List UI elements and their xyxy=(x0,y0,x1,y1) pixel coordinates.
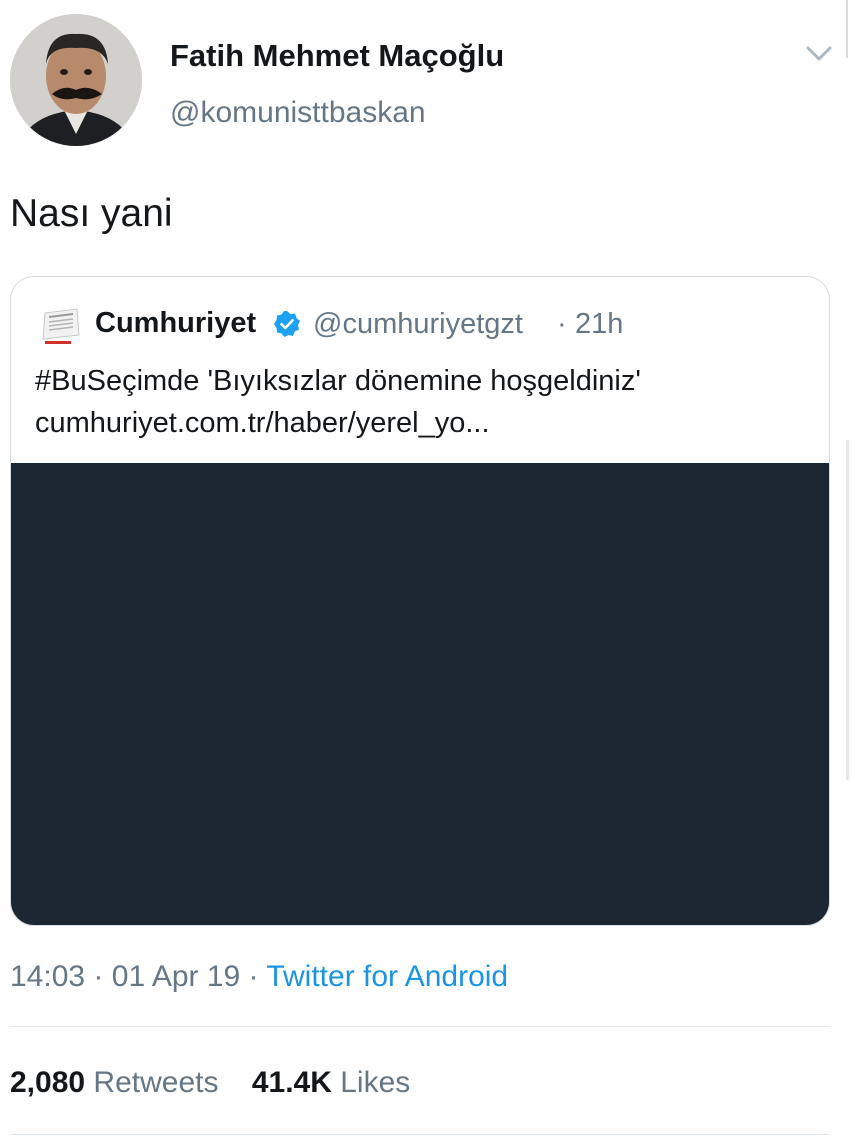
tweet-date: 01 Apr 19 xyxy=(111,960,241,993)
cumhuriyet-logo-icon xyxy=(37,307,85,347)
tweet-stats: 2,080 Retweets 41.4K Likes xyxy=(10,1066,410,1100)
quoted-tweet-text: #BuSeçimde 'Bıyıksızlar dönemine hoşgeld… xyxy=(35,365,641,397)
chevron-down-icon[interactable] xyxy=(804,40,834,66)
author-avatar[interactable] xyxy=(10,14,142,146)
divider xyxy=(10,1026,830,1027)
scroll-edge xyxy=(846,0,848,58)
quoted-tweet-link[interactable]: cumhuriyet.com.tr/haber/yerel_yo... xyxy=(35,407,490,440)
likes-count: 41.4K xyxy=(251,1066,332,1099)
tweet-time: 14:03 xyxy=(10,960,86,993)
separator-dot: · xyxy=(557,308,567,340)
quoted-author-name[interactable]: Cumhuriyet xyxy=(95,307,256,340)
retweets-stat[interactable]: 2,080 Retweets xyxy=(10,1066,218,1099)
tweet-source-link[interactable]: Twitter for Android xyxy=(266,960,508,993)
tweet-text: Nası yani xyxy=(10,192,173,235)
avatar-photo-icon xyxy=(10,14,142,146)
quoted-tweet-card[interactable]: Cumhuriyet @cumhuriyetgzt · 21h #BuSeçim… xyxy=(10,276,830,926)
likes-stat[interactable]: 41.4K Likes xyxy=(252,1066,410,1099)
tweet-meta: 14:03 · 01 Apr 19 · Twitter for Android xyxy=(10,960,508,994)
verified-badge-icon xyxy=(273,310,301,338)
author-name[interactable]: Fatih Mehmet Maçoğlu xyxy=(170,38,504,74)
author-handle[interactable]: @komunisttbaskan xyxy=(170,96,426,130)
separator-dot: · xyxy=(248,960,259,993)
divider xyxy=(10,1134,830,1135)
retweets-label: Retweets xyxy=(93,1066,219,1099)
quoted-media-placeholder[interactable] xyxy=(11,463,829,925)
quoted-author-handle[interactable]: @cumhuriyetgzt xyxy=(313,308,523,341)
scrollbar[interactable] xyxy=(846,440,849,780)
quoted-timestamp: 21h xyxy=(575,308,624,340)
separator-dot: · xyxy=(93,960,104,993)
retweets-count: 2,080 xyxy=(10,1066,86,1099)
likes-label: Likes xyxy=(340,1066,411,1099)
